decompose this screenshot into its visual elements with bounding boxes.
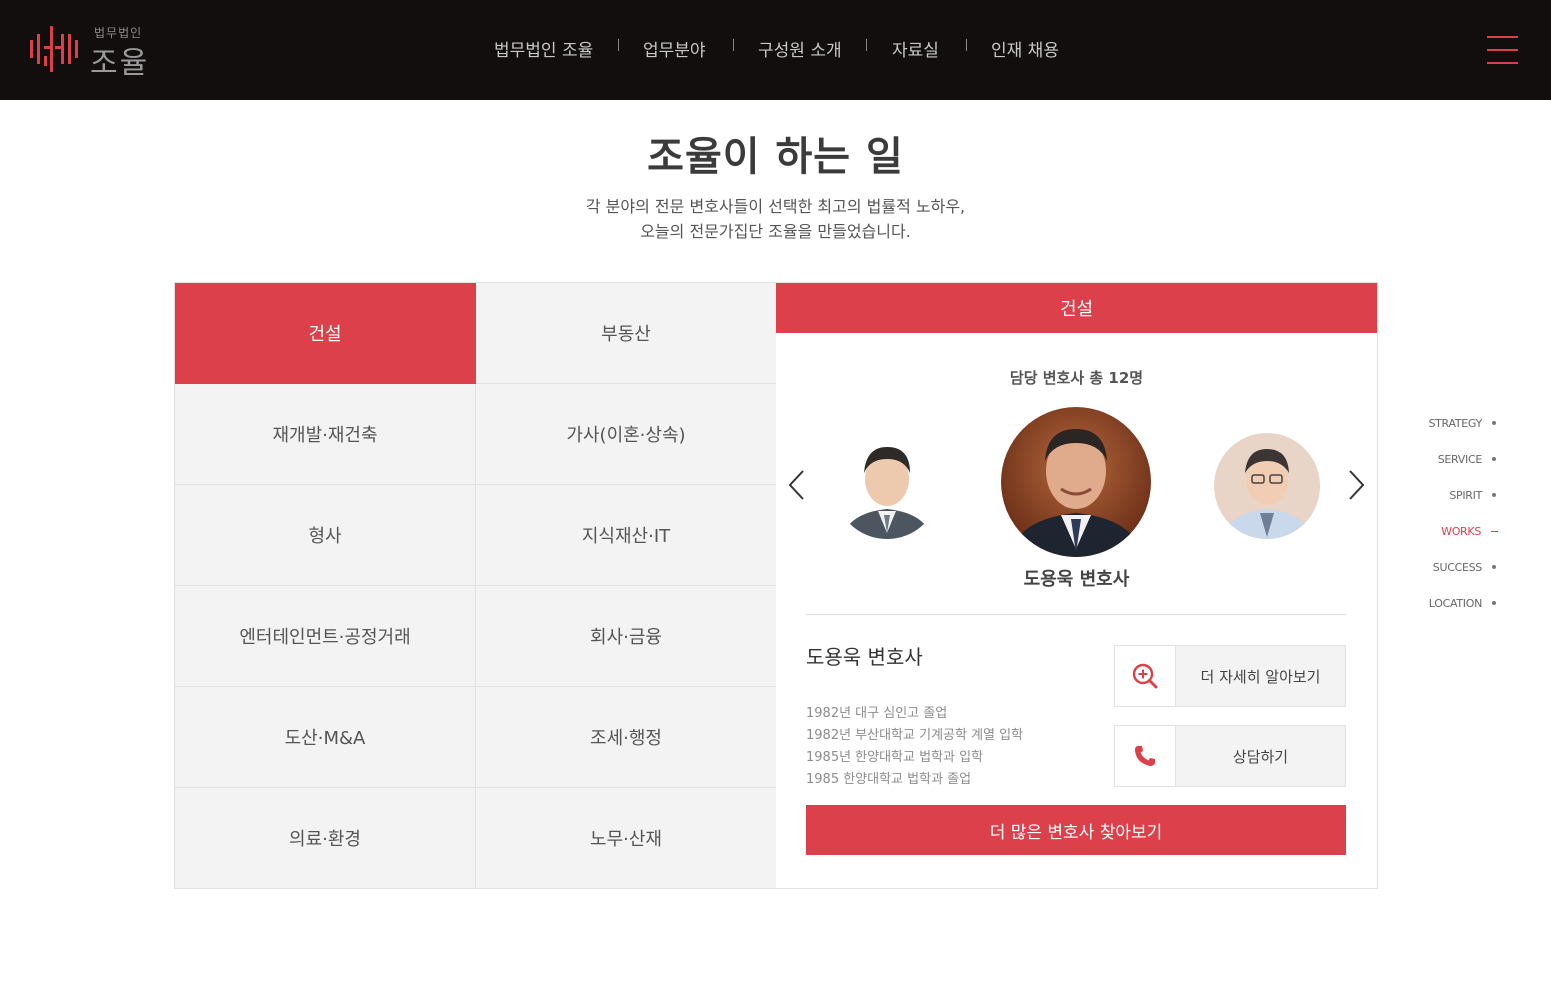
section-subtitle: 각 분야의 전문 변호사들이 선택한 최고의 법률적 노하우, 오늘의 전문가집… xyxy=(0,194,1551,244)
category-redevelopment[interactable]: 재개발·재건축 xyxy=(175,384,476,485)
lawyer-name: 도용욱 변호사 xyxy=(806,645,923,669)
side-nav-label: STRATEGY xyxy=(1428,416,1482,430)
category-medical[interactable]: 의료·환경 xyxy=(175,788,476,889)
section-title: 조율이 하는 일 xyxy=(647,134,904,180)
nav-item-practice[interactable]: 업무분야 xyxy=(643,36,706,61)
site-header: 법무법인 조율 법무법인 조율 업무분야 구성원 소개 자료실 인재 채용 xyxy=(0,0,1551,100)
logo-mark-icon xyxy=(30,26,78,72)
side-nav-spirit[interactable]: SPIRIT xyxy=(1449,486,1496,504)
subtitle-line: 각 분야의 전문 변호사들이 선택한 최고의 법률적 노하우, xyxy=(585,197,966,216)
logo[interactable]: 법무법인 조율 xyxy=(28,22,158,81)
category-criminal[interactable]: 형사 xyxy=(175,485,476,586)
subtitle-line: 오늘의 전문가집단 조율을 만들었습니다. xyxy=(640,222,911,241)
career-list: 1982년 대구 심인고 졸업 1982년 부산대학교 기계공학 계열 입학 1… xyxy=(806,703,1023,791)
dot-icon xyxy=(1492,565,1496,569)
nav-separator xyxy=(966,39,967,51)
menu-icon[interactable] xyxy=(1487,36,1518,64)
featured-lawyer-name: 도용욱 변호사 xyxy=(1023,569,1130,590)
lawyer-panel: 건설 담당 변호사 총 12명 도용욱 변호사 도용욱 변호사 1982년 대구… xyxy=(776,282,1378,889)
lawyer-avatar[interactable] xyxy=(834,433,940,539)
nav-separator xyxy=(618,39,619,51)
category-bankruptcy[interactable]: 도산·M&A xyxy=(175,687,476,788)
nav-item-careers[interactable]: 인재 채용 xyxy=(991,36,1059,61)
career-item: 1982년 부산대학교 기계공학 계열 입학 xyxy=(806,728,1024,743)
side-nav-works[interactable]: WORKS xyxy=(1441,522,1498,540)
career-item: 1982년 대구 심인고 졸업 xyxy=(806,706,948,721)
lawyer-avatar-featured[interactable] xyxy=(1001,407,1151,557)
category-tax[interactable]: 조세·행정 xyxy=(476,687,777,788)
category-family[interactable]: 가사(이혼·상속) xyxy=(476,384,777,485)
dot-icon xyxy=(1492,421,1496,425)
lawyer-count: 담당 변호사 총 12명 xyxy=(1009,369,1144,387)
side-nav-label: WORKS xyxy=(1441,524,1481,538)
consult-button[interactable]: 상담하기 xyxy=(1114,725,1346,787)
practice-area-grid: 건설 부동산 재개발·재건축 가사(이혼·상속) 형사 지식재산·IT 엔터테인… xyxy=(174,282,777,889)
more-lawyers-button[interactable]: 더 많은 변호사 찾아보기 xyxy=(806,805,1346,855)
career-item: 1985 한양대학교 법학과 졸업 xyxy=(806,772,972,787)
side-nav-service[interactable]: SERVICE xyxy=(1438,450,1496,468)
dot-icon xyxy=(1492,601,1496,605)
panel-title: 건설 xyxy=(776,283,1377,333)
category-labor[interactable]: 노무·산재 xyxy=(476,788,777,889)
nav-item-resources[interactable]: 자료실 xyxy=(892,36,939,61)
nav-separator xyxy=(733,39,734,51)
category-corporate[interactable]: 회사·금융 xyxy=(476,586,777,687)
dot-icon xyxy=(1492,457,1496,461)
category-real-estate[interactable]: 부동산 xyxy=(476,283,777,384)
zoom-in-icon xyxy=(1132,663,1158,689)
category-ip-it[interactable]: 지식재산·IT xyxy=(476,485,777,586)
prev-arrow-icon[interactable] xyxy=(786,469,808,501)
lawyer-avatar[interactable] xyxy=(1214,433,1320,539)
dot-icon xyxy=(1492,493,1496,497)
side-nav-success[interactable]: SUCCESS xyxy=(1433,558,1496,576)
detail-button-label: 더 자세히 알아보기 xyxy=(1200,667,1321,686)
side-nav-label: LOCATION xyxy=(1428,596,1483,610)
divider xyxy=(806,614,1346,615)
side-nav-location[interactable]: LOCATION xyxy=(1429,594,1496,612)
side-nav-strategy[interactable]: STRATEGY xyxy=(1428,414,1496,432)
next-arrow-icon[interactable] xyxy=(1345,469,1367,501)
nav-separator xyxy=(866,39,867,51)
category-entertainment[interactable]: 엔터테인먼트·공정거래 xyxy=(175,586,476,687)
nav-item-about[interactable]: 법무법인 조율 xyxy=(494,36,593,61)
side-nav-label: SUCCESS xyxy=(1432,560,1483,574)
consult-button-label: 상담하기 xyxy=(1232,747,1289,766)
nav-item-members[interactable]: 구성원 소개 xyxy=(758,36,842,61)
side-nav-label: SPIRIT xyxy=(1449,488,1482,502)
side-nav-label: SERVICE xyxy=(1437,452,1483,466)
category-construction[interactable]: 건설 xyxy=(175,283,476,384)
logo-text: 조율 xyxy=(90,46,150,81)
detail-button[interactable]: 더 자세히 알아보기 xyxy=(1114,645,1346,707)
career-item: 1985년 한양대학교 법학과 입학 xyxy=(806,750,984,765)
dash-icon xyxy=(1491,530,1498,532)
phone-icon xyxy=(1135,746,1155,766)
